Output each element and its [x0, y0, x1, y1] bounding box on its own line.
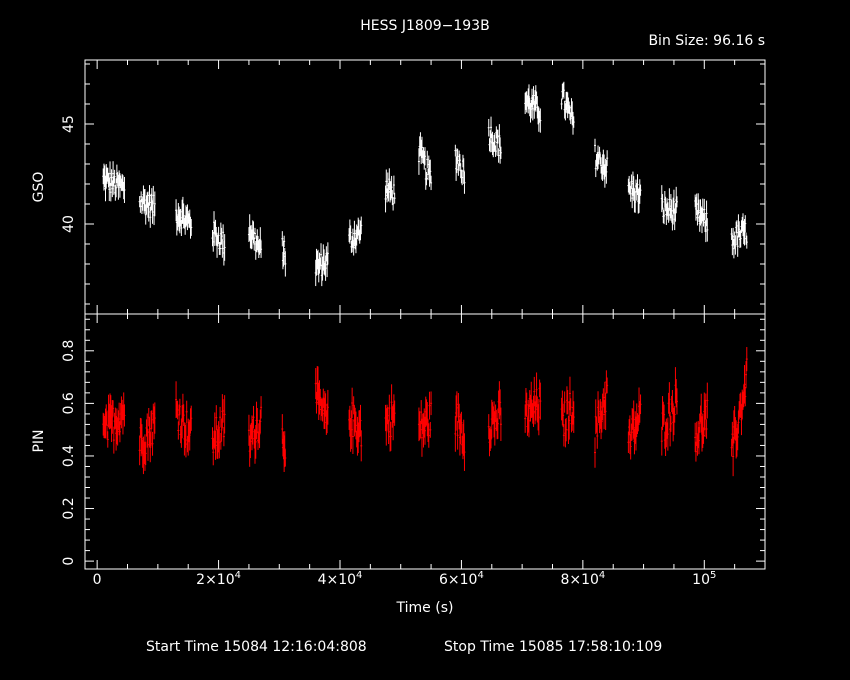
bin-size-label: Bin Size: 96.16 s [648, 33, 765, 49]
gso-segment [594, 138, 609, 188]
gso-segment [694, 193, 709, 243]
gso-segment [560, 81, 575, 135]
gso-y-tick-label: 45 [61, 115, 77, 133]
pin-segment [247, 396, 263, 467]
pin-segment [175, 381, 193, 458]
pin-segment [627, 387, 642, 460]
x-tick-label: 2×104 [196, 570, 241, 588]
light-curve-figure: HESS J1809−193B Bin Size: 96.16 s 40 45 0… [31, 18, 766, 655]
gso-y-tick-label: 40 [61, 215, 77, 233]
time-axis-label: Time (s) [396, 600, 454, 616]
pin-segment [281, 414, 287, 473]
gso-segment [627, 171, 642, 214]
pin-segment [454, 391, 466, 471]
gso-segment [487, 116, 502, 164]
gso-panel: 40 45 [61, 60, 766, 314]
pin-segment [694, 382, 709, 462]
pin-segment [348, 387, 363, 462]
pin-segment [138, 402, 156, 475]
gso-segment [417, 132, 433, 191]
gso-segment [730, 213, 748, 259]
pin-panel: 0 0.2 0.4 0.6 0.8 0 2×104 4×104 6×104 8×104 105 [61, 314, 766, 588]
pin-segment [384, 384, 396, 452]
gso-segment [454, 144, 466, 194]
gso-segment [348, 216, 363, 256]
pin-segment [211, 394, 226, 466]
pin-y-tick-label: 0.2 [61, 497, 77, 519]
chart-title: HESS J1809−193B [360, 18, 489, 34]
pin-segment [487, 381, 502, 457]
gso-panel-frame [84, 59, 766, 315]
x-tick-label: 0 [93, 572, 102, 588]
gso-segment [660, 185, 678, 231]
pin-segment [524, 372, 542, 438]
gso-segment [314, 242, 329, 287]
pin-segment [314, 366, 329, 435]
pin-y-tick-label: 0.8 [61, 340, 77, 362]
x-tick-label: 6×104 [439, 570, 484, 588]
gso-segment [175, 196, 193, 239]
pin-segment [660, 367, 678, 456]
pin-segment [594, 370, 609, 468]
x-tick-label: 4×104 [318, 570, 363, 588]
gso-segment [247, 214, 263, 260]
gso-segment [524, 84, 542, 133]
pin-axis-label: PIN [31, 429, 47, 452]
gso-segment [138, 185, 156, 228]
pin-y-tick-label: 0.6 [61, 392, 77, 414]
stop-time-label: Stop Time 15085 17:58:10:109 [444, 639, 662, 655]
x-tick-label: 105 [692, 570, 716, 588]
pin-segment [560, 376, 575, 448]
pin-segment [730, 347, 748, 477]
x-tick-label: 8×104 [560, 570, 605, 588]
gso-axis-label: GSO [31, 172, 47, 203]
pin-y-tick-label: 0.4 [61, 445, 77, 467]
gso-segment [384, 168, 396, 213]
start-time-label: Start Time 15084 12:16:04:808 [146, 639, 367, 655]
pin-segment [417, 391, 433, 457]
pin-y-tick-label: 0 [61, 557, 77, 566]
gso-segment [102, 161, 126, 204]
gso-segment [281, 231, 287, 277]
gso-segment [211, 211, 226, 266]
pin-segment [102, 392, 126, 454]
